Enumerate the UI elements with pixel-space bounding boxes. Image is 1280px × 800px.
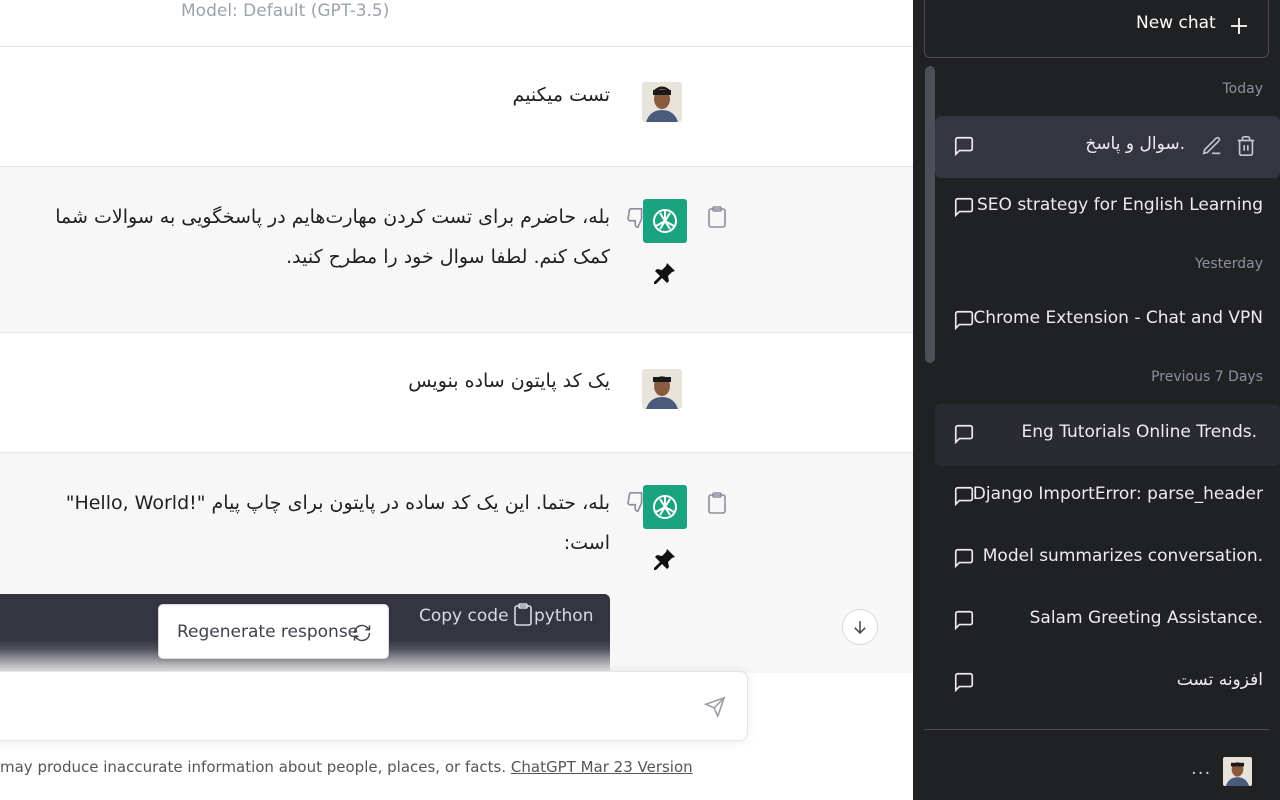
regenerate-label: Regenerate response <box>177 621 359 642</box>
trash-icon[interactable] <box>1235 135 1257 157</box>
refresh-icon <box>353 624 371 642</box>
chat-item[interactable]: Django ImportError: parse_header <box>935 466 1280 528</box>
chat-bubble-icon <box>954 424 974 445</box>
chat-title: Model summarizes conversation. <box>982 546 1263 566</box>
chat-item[interactable]: افزونه تست <box>935 652 1280 714</box>
section-previous-7-days: Previous 7 Days <box>1151 369 1263 385</box>
assistant-avatar <box>643 199 687 243</box>
section-today: Today <box>1222 81 1264 97</box>
message-input[interactable] <box>0 671 748 741</box>
chat-bubble-icon <box>954 610 974 631</box>
chat-item[interactable]: Chrome Extension - Chat and VPN <box>935 290 1280 352</box>
openai-logo-icon <box>653 495 677 519</box>
arrow-down-icon <box>854 621 866 635</box>
chat-bubble-icon <box>954 197 974 218</box>
new-chat-label: New chat <box>1136 13 1216 33</box>
sidebar: New chat Today سوال و پاسخ. SEO strategy… <box>913 0 1280 800</box>
chat-title: Salam Greeting Assistance. <box>1029 608 1263 628</box>
model-bar: Model: Default (GPT-3.5) <box>0 0 913 47</box>
message-line: کمک کنم. لطفا سوال خود را مطرح کنید. <box>286 246 610 268</box>
chat-title: Chrome Extension - Chat and VPN <box>973 308 1263 328</box>
chat-bubble-icon <box>954 672 974 693</box>
chat-title: افزونه تست <box>1176 670 1263 690</box>
assistant-message: بله، حاضرم برای تست کردن مهارت‌هایم در پ… <box>0 167 913 333</box>
copy-icon[interactable] <box>707 492 727 514</box>
chat-main: Model: Default (GPT-3.5) تست میکنیم بله،… <box>0 0 913 800</box>
chat-bubble-icon <box>954 136 974 157</box>
pin-icon[interactable] <box>653 547 677 571</box>
assistant-avatar <box>643 485 687 529</box>
message-text: یک کد پایتون ساده بنویس <box>408 370 610 392</box>
user-avatar <box>642 369 682 409</box>
chat-title: سوال و پاسخ. <box>1085 134 1185 154</box>
more-options-button[interactable]: ... <box>1191 758 1211 779</box>
new-chat-button[interactable]: New chat <box>924 0 1269 58</box>
footer-note: may produce inaccurate information about… <box>0 757 693 777</box>
regenerate-response-button[interactable]: Regenerate response <box>158 604 389 659</box>
version-link[interactable]: ChatGPT Mar 23 Version <box>511 758 693 776</box>
account-avatar[interactable] <box>1223 757 1252 786</box>
edit-icon[interactable] <box>1201 135 1223 157</box>
chat-item[interactable]: Salam Greeting Assistance. <box>935 590 1280 652</box>
chat-bubble-icon <box>954 486 974 507</box>
footer-note-text: may produce inaccurate information about… <box>0 758 507 776</box>
chat-title: SEO strategy for English Learning <box>977 195 1263 215</box>
message-line: بله، حتما. این یک کد ساده در پایتون برای… <box>65 492 610 514</box>
message-text: تست میکنیم <box>512 84 610 106</box>
plus-icon <box>1231 18 1247 34</box>
copy-code-button[interactable]: Copy code <box>419 606 509 626</box>
openai-logo-icon <box>653 209 677 233</box>
chat-bubble-icon <box>954 310 974 331</box>
user-message: تست میکنیم <box>0 47 913 167</box>
send-icon[interactable] <box>704 696 726 718</box>
message-line: بله، حاضرم برای تست کردن مهارت‌هایم در پ… <box>55 206 610 228</box>
clipboard-icon[interactable] <box>513 603 533 627</box>
chat-item[interactable]: سوال و پاسخ. <box>935 116 1280 178</box>
model-label: Model: Default (GPT-3.5) <box>181 1 390 21</box>
section-yesterday: Yesterday <box>1195 256 1263 272</box>
code-language: python <box>534 606 594 626</box>
message-line: است: <box>563 532 610 554</box>
chat-item[interactable]: Model summarizes conversation. <box>935 528 1280 590</box>
sidebar-divider <box>924 729 1269 730</box>
sidebar-scrollbar[interactable] <box>925 66 935 363</box>
chat-item[interactable]: SEO strategy for English Learning <box>935 177 1280 239</box>
chat-title: Eng Tutorials Online Trends. <box>1021 422 1258 442</box>
chat-title: Django ImportError: parse_header <box>972 484 1263 504</box>
chat-item[interactable]: Eng Tutorials Online Trends. <box>935 404 1280 466</box>
chat-bubble-icon <box>954 548 974 569</box>
user-avatar <box>642 82 682 122</box>
pin-icon[interactable] <box>653 261 677 285</box>
copy-icon[interactable] <box>707 206 727 228</box>
scroll-down-button[interactable] <box>842 609 878 645</box>
user-message: یک کد پایتون ساده بنویس <box>0 333 913 453</box>
